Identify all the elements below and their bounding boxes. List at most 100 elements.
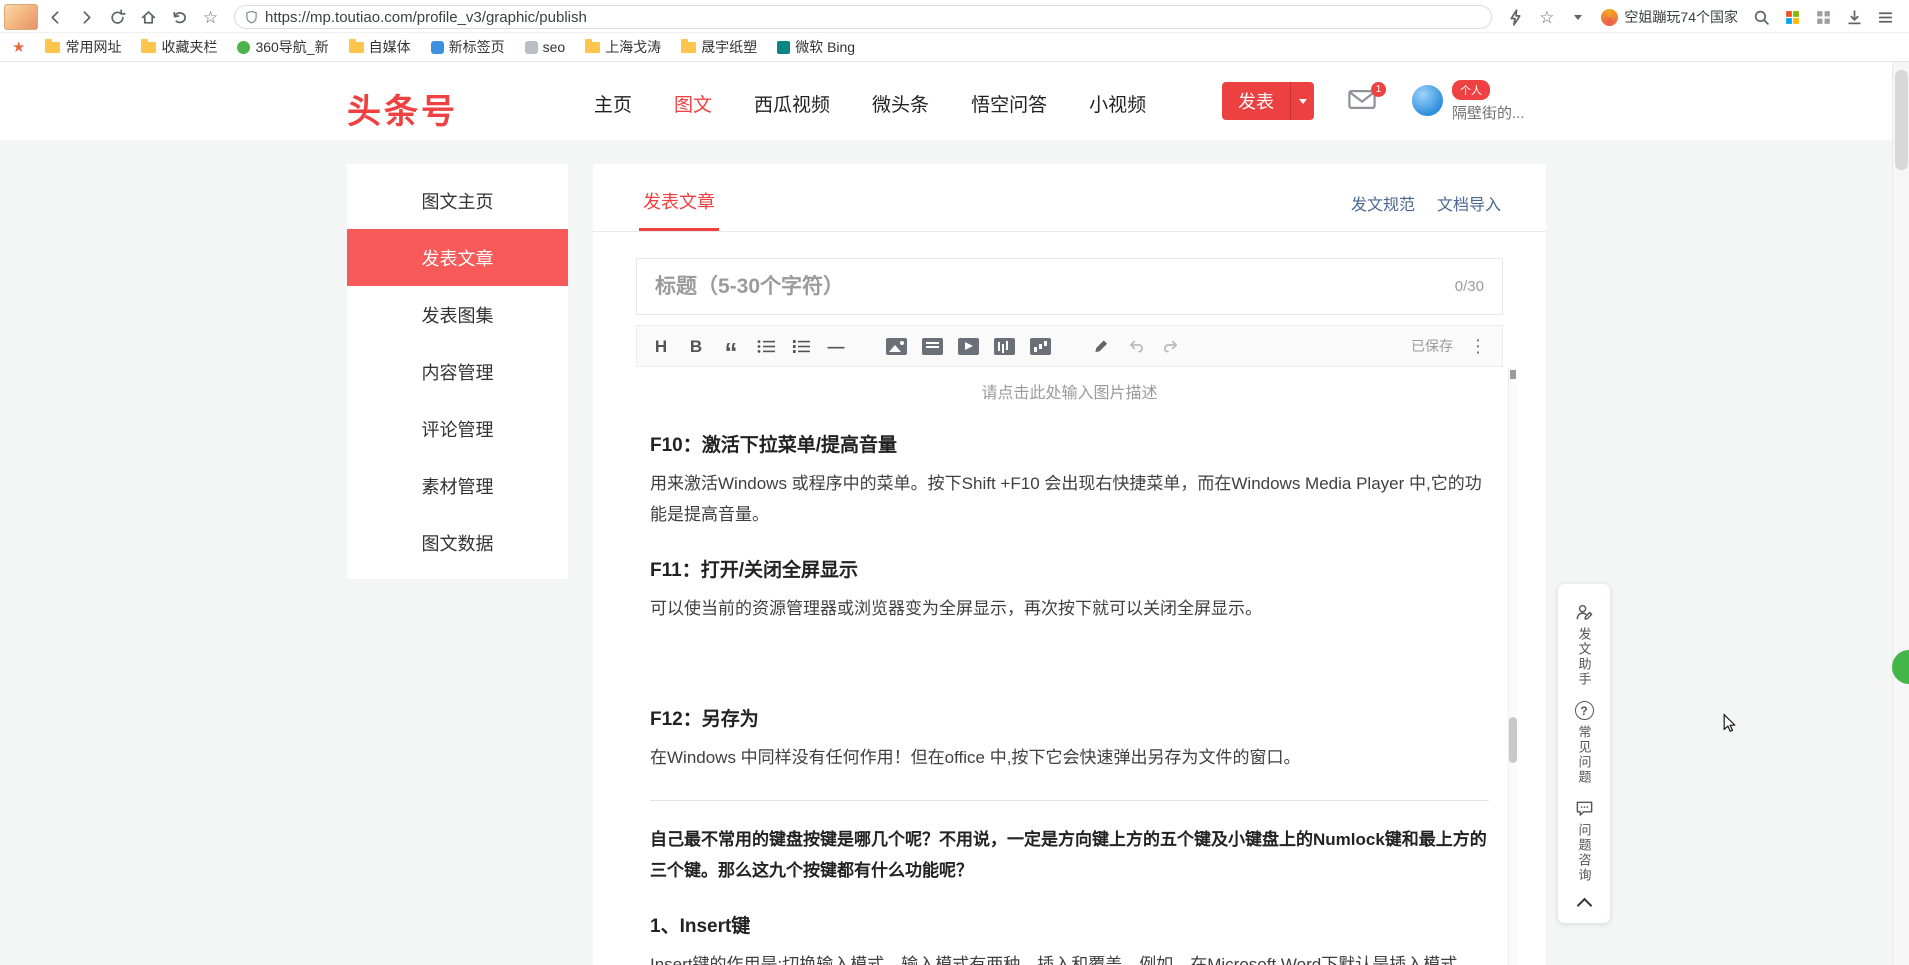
insert-article-button[interactable] xyxy=(922,334,943,358)
bookmark-star-button[interactable]: ☆ xyxy=(197,4,224,30)
editor-body[interactable]: 请点击此处输入图片描述 F10：激活下拉菜单/提高音量 用来激活Windows … xyxy=(636,367,1503,965)
bookmark-item[interactable]: 收藏夹栏 xyxy=(141,37,217,57)
panel-tab-bar: 发表文章 发文规范 文档导入 xyxy=(593,164,1546,232)
flash-mode-button[interactable] xyxy=(1502,4,1529,30)
bookmark-item[interactable]: 微软 Bing xyxy=(777,37,855,57)
forward-button[interactable] xyxy=(73,4,100,30)
sidebar-item-publish-gallery[interactable]: 发表图集 xyxy=(347,286,568,343)
user-avatar[interactable] xyxy=(1412,85,1443,116)
bookmark-item[interactable]: 360导航_新 xyxy=(237,37,328,57)
editor-paragraph[interactable]: Insert键的作用是:切换输入模式。输入模式有两种，插入和覆盖。例如，在Mic… xyxy=(650,949,1489,965)
horizontal-rule-button[interactable]: — xyxy=(826,334,846,358)
profile-name[interactable]: 隔壁街的... xyxy=(1452,102,1544,123)
editor-paragraph[interactable]: 可以使当前的资源管理器或浏览器变为全屏显示，再次按下就可以关闭全屏显示。 xyxy=(650,593,1489,624)
editor-heading[interactable]: F11：打开/关闭全屏显示 xyxy=(650,555,1489,582)
bookmark-label: 自媒体 xyxy=(369,37,411,57)
image-caption-placeholder[interactable]: 请点击此处输入图片描述 xyxy=(650,373,1489,405)
editor-scrollbar-thumb[interactable] xyxy=(1509,717,1517,763)
consult-button[interactable]: 问题咨询 xyxy=(1575,792,1594,890)
back-button[interactable] xyxy=(42,4,69,30)
dropdown-button[interactable] xyxy=(1564,4,1591,30)
sidebar-item-graphic-home[interactable]: 图文主页 xyxy=(347,172,568,229)
editor-heading[interactable]: 1、Insert键 xyxy=(650,911,1489,938)
refresh-button[interactable] xyxy=(104,4,131,30)
tab-favicon[interactable] xyxy=(4,4,38,30)
bookmarks-star-icon[interactable]: ★ xyxy=(12,40,25,55)
bookmark-label: 常用网址 xyxy=(65,37,121,57)
mail-button[interactable]: 1 xyxy=(1348,89,1378,113)
editor-paragraph[interactable]: 用来激活Windows 或程序中的菜单。按下Shift +F10 会出现右快捷菜… xyxy=(650,468,1489,530)
address-bar[interactable] xyxy=(234,5,1492,29)
sidebar-item-publish-article[interactable]: 发表文章 xyxy=(347,229,568,286)
bookmark-item[interactable]: 常用网址 xyxy=(45,37,121,57)
editor-paragraph-bold[interactable]: 自己最不常用的键盘按键是哪几个呢？不用说，一定是方向键上方的五个键及小键盘上的N… xyxy=(650,824,1489,886)
site-shield-icon[interactable] xyxy=(245,10,258,24)
undo-button[interactable] xyxy=(166,4,193,30)
star-icon: ☆ xyxy=(1539,9,1554,26)
nav-home[interactable]: 主页 xyxy=(594,90,632,117)
bookmark-item[interactable]: 自媒体 xyxy=(349,37,411,57)
bold-button[interactable]: B xyxy=(686,334,706,358)
toutiao-logo[interactable]: 头条号 xyxy=(347,84,458,133)
browser-account[interactable]: 空姐蹦玩74个国家 xyxy=(1595,4,1744,30)
page-scrollbar[interactable] xyxy=(1892,62,1909,965)
editor-scrollbar[interactable] xyxy=(1508,367,1517,965)
bookmark-item[interactable]: seo xyxy=(525,39,566,55)
insert-audio-button[interactable] xyxy=(994,334,1015,358)
nav-wukong-qa[interactable]: 悟空问答 xyxy=(971,90,1047,117)
sidebar-item-material-manage[interactable]: 素材管理 xyxy=(347,457,568,514)
apps-grid-button[interactable] xyxy=(1779,4,1806,30)
publish-assistant-button[interactable]: 发文助手 xyxy=(1575,596,1594,694)
back-to-top-button[interactable] xyxy=(1576,898,1592,914)
bookmark-item[interactable]: 上海戈涛 xyxy=(585,37,661,57)
url-input[interactable] xyxy=(265,9,1481,26)
redo-button-editor[interactable] xyxy=(1161,334,1181,358)
scrollbar-thumb[interactable] xyxy=(1895,70,1908,170)
favorite-page-button[interactable]: ☆ xyxy=(1533,4,1560,30)
undo-button-editor[interactable] xyxy=(1126,334,1146,358)
publish-dropdown-button[interactable] xyxy=(1290,82,1314,120)
format-brush-button[interactable] xyxy=(1091,334,1111,358)
extensions-grid-button[interactable] xyxy=(1810,4,1837,30)
nav-graphic[interactable]: 图文 xyxy=(674,90,712,117)
bookmark-label: seo xyxy=(543,39,566,55)
sidebar-item-content-manage[interactable]: 内容管理 xyxy=(347,343,568,400)
editor-paragraph[interactable]: 在Windows 中同样没有任何作用！但在office 中,按下它会快速弹出另存… xyxy=(650,742,1489,773)
folder-icon xyxy=(681,42,696,53)
bookmark-item[interactable]: 晟宇纸塑 xyxy=(681,37,757,57)
title-char-counter: 0/30 xyxy=(1455,278,1484,295)
nav-short-video[interactable]: 小视频 xyxy=(1089,90,1146,117)
folder-icon xyxy=(585,42,600,53)
blockquote-button[interactable]: “ xyxy=(721,334,741,358)
heading-button[interactable]: H xyxy=(651,334,671,358)
publish-button[interactable]: 发表 xyxy=(1222,82,1290,120)
article-title-input[interactable] xyxy=(655,275,1443,299)
editor-toolbar: H B “ — 已保存 ⋮ xyxy=(636,325,1503,367)
bookmark-item[interactable]: 新标签页 xyxy=(431,37,505,57)
nav-weitoutiao[interactable]: 微头条 xyxy=(872,90,929,117)
ordered-list-button[interactable] xyxy=(791,334,811,358)
insert-image-button[interactable] xyxy=(886,334,907,358)
sidebar-item-comment-manage[interactable]: 评论管理 xyxy=(347,400,568,457)
more-options-button[interactable]: ⋮ xyxy=(1468,334,1488,358)
tab-active-underline xyxy=(639,228,719,231)
account-name: 空姐蹦玩74个国家 xyxy=(1624,7,1738,27)
insert-video-button[interactable] xyxy=(958,334,979,358)
editor-heading[interactable]: F12：另存为 xyxy=(650,704,1489,731)
editor-heading[interactable]: F10：激活下拉菜单/提高音量 xyxy=(650,430,1489,457)
search-button[interactable] xyxy=(1748,4,1775,30)
link-doc-import[interactable]: 文档导入 xyxy=(1437,191,1501,215)
link-publish-rules[interactable]: 发文规范 xyxy=(1351,191,1415,215)
menu-button[interactable] xyxy=(1872,4,1899,30)
download-button[interactable] xyxy=(1841,4,1868,30)
tab-publish-article[interactable]: 发表文章 xyxy=(643,188,715,214)
sidebar-item-graphic-data[interactable]: 图文数据 xyxy=(347,514,568,571)
bullet-list-button[interactable] xyxy=(756,334,776,358)
editor-empty-line[interactable] xyxy=(650,637,1489,679)
newtab-logo-icon xyxy=(431,41,444,54)
scroll-top-mark[interactable] xyxy=(1510,370,1516,379)
insert-chart-button[interactable] xyxy=(1030,334,1051,358)
nav-xigua-video[interactable]: 西瓜视频 xyxy=(754,90,830,117)
faq-button[interactable]: ? 常见问题 xyxy=(1575,694,1594,792)
home-button[interactable] xyxy=(135,4,162,30)
